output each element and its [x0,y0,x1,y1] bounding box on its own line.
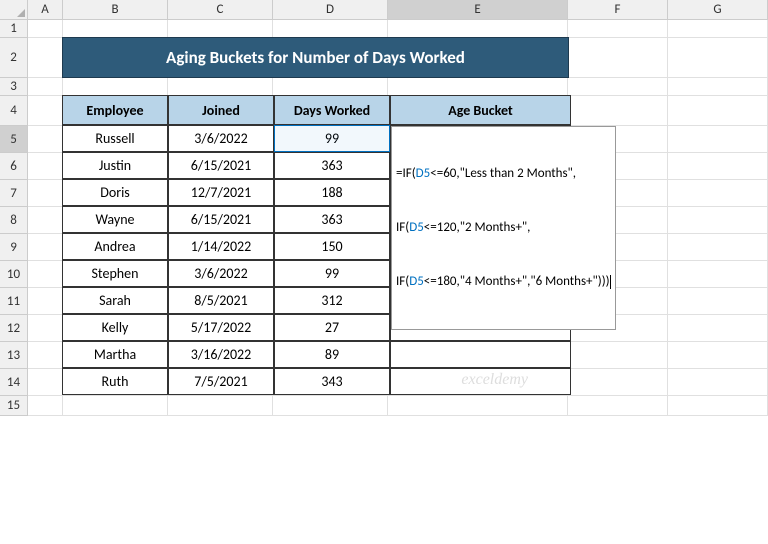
header-joined[interactable]: Joined [168,95,274,125]
row-header-15[interactable]: 15 [0,396,28,416]
row-header-3[interactable]: 3 [0,78,28,96]
row-header-13[interactable]: 13 [0,342,28,369]
cell-days[interactable]: 89 [274,341,390,368]
cell-employee[interactable]: Ruth [62,368,168,395]
text-cursor [610,275,611,289]
row-header-6[interactable]: 6 [0,153,28,180]
cell-days[interactable]: 150 [274,233,390,260]
col-header-A[interactable]: A [28,0,63,20]
cell-days[interactable]: 343 [274,368,390,395]
row-header-8[interactable]: 8 [0,207,28,234]
cell-joined[interactable]: 8/5/2021 [168,287,274,314]
cell-bucket[interactable] [390,341,571,368]
header-days[interactable]: Days Worked [274,95,390,125]
cell-days[interactable]: 27 [274,314,390,341]
cell-joined[interactable]: 3/6/2022 [168,125,274,152]
cell-employee[interactable]: Justin [62,152,168,179]
cell-employee[interactable]: Kelly [62,314,168,341]
formula-line-3: IF(D5<=180,"4 Months+","6 Months+"))) [396,273,611,291]
cell-employee[interactable]: Martha [62,341,168,368]
cell-days[interactable]: 99 [274,125,390,152]
formula-line-2: IF(D5<=120,"2 Months+", [396,219,611,237]
cell-days[interactable]: 312 [274,287,390,314]
cell-employee[interactable]: Wayne [62,206,168,233]
cell-joined[interactable]: 7/5/2021 [168,368,274,395]
cell-employee[interactable]: Doris [62,179,168,206]
row-header-9[interactable]: 9 [0,234,28,261]
cell-employee[interactable]: Andrea [62,233,168,260]
row-header-1[interactable]: 1 [0,20,28,38]
col-header-G[interactable]: G [668,0,768,20]
row-header-2[interactable]: 2 [0,38,28,78]
cell-joined[interactable]: 6/15/2021 [168,152,274,179]
row-header-4[interactable]: 4 [0,96,28,126]
cell-joined[interactable]: 3/6/2022 [168,260,274,287]
col-header-E[interactable]: E [388,0,568,20]
cell-days[interactable]: 188 [274,179,390,206]
row-header-7[interactable]: 7 [0,180,28,207]
row-header-12[interactable]: 12 [0,315,28,342]
row-header-10[interactable]: 10 [0,261,28,288]
title-text: Aging Buckets for Number of Days Worked [166,47,465,68]
formula-editor[interactable]: =IF(D5<=60,"Less than 2 Months", IF(D5<=… [391,126,616,330]
cell-joined[interactable]: 3/16/2022 [168,341,274,368]
row-header-11[interactable]: 11 [0,288,28,315]
spreadsheet: ABCDEFG 123456789101112131415 Aging Buck… [0,0,768,544]
select-all-corner[interactable] [0,0,28,20]
col-header-F[interactable]: F [568,0,668,20]
cell-joined[interactable]: 12/7/2021 [168,179,274,206]
column-headers: ABCDEFG [0,0,768,20]
header-bucket[interactable]: Age Bucket [390,95,571,125]
row-header-5[interactable]: 5 [0,126,28,153]
cell-days[interactable]: 99 [274,260,390,287]
cell-joined[interactable]: 1/14/2022 [168,233,274,260]
col-header-C[interactable]: C [168,0,273,20]
cell-employee[interactable]: Stephen [62,260,168,287]
formula-line-1: =IF(D5<=60,"Less than 2 Months", [396,165,611,183]
title-banner: Aging Buckets for Number of Days Worked [62,37,569,78]
cell-days[interactable]: 363 [274,206,390,233]
col-header-D[interactable]: D [273,0,388,20]
cell-joined[interactable]: 6/15/2021 [168,206,274,233]
cell-bucket[interactable] [390,368,571,395]
row-headers: 123456789101112131415 [0,20,28,416]
cell-joined[interactable]: 5/17/2022 [168,314,274,341]
cell-employee[interactable]: Sarah [62,287,168,314]
cell-days[interactable]: 363 [274,152,390,179]
cell-employee[interactable]: Russell [62,125,168,152]
col-header-B[interactable]: B [63,0,168,20]
header-employee[interactable]: Employee [62,95,168,125]
row-header-14[interactable]: 14 [0,369,28,396]
